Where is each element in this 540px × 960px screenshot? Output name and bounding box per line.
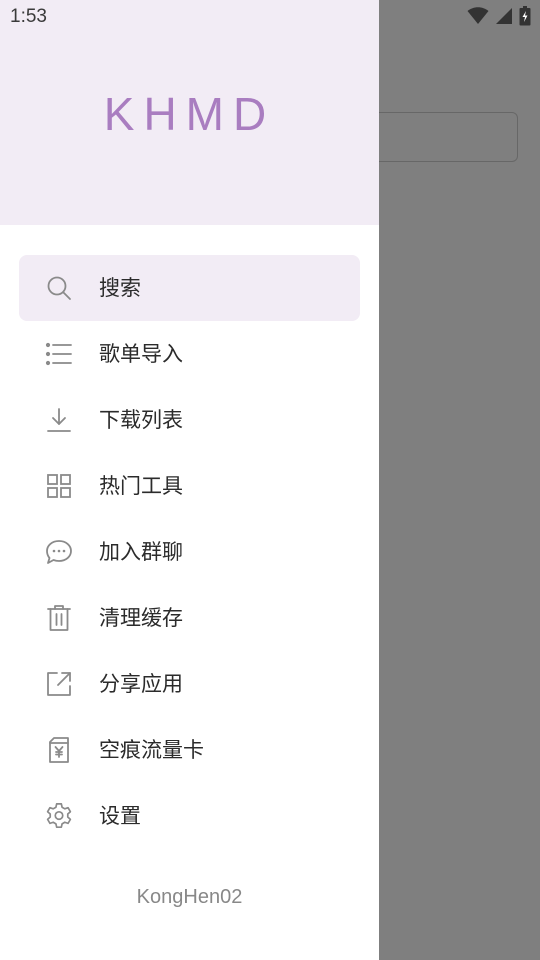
menu-item-label: 设置 <box>99 804 141 828</box>
status-bar: 1:53 <box>0 0 540 36</box>
brand-title: KHMD <box>103 88 276 140</box>
download-icon <box>45 406 73 434</box>
drawer-menu: 搜索 歌单导入 下载列表 热门工具 加入群聊 清理缓存 分享应用 空痕流量卡 设… <box>0 255 379 849</box>
navigation-drawer: KHMD 搜索 歌单导入 下载列表 热门工具 加入群聊 清理缓存 分享应用 空痕… <box>0 0 379 960</box>
menu-item-label: 清理缓存 <box>99 606 183 630</box>
menu-item-settings[interactable]: 设置 <box>19 783 360 849</box>
status-icons <box>467 6 531 26</box>
menu-item-share-app[interactable]: 分享应用 <box>19 651 360 717</box>
menu-item-label: 分享应用 <box>99 672 183 696</box>
list-icon <box>45 340 73 368</box>
wifi-icon <box>467 7 489 25</box>
menu-item-label: 加入群聊 <box>99 540 183 564</box>
menu-item-label: 热门工具 <box>99 474 183 498</box>
menu-item-search[interactable]: 搜索 <box>19 255 360 321</box>
status-time: 1:53 <box>10 6 47 27</box>
trash-icon <box>45 604 73 632</box>
drawer-footer-author: KongHen02 <box>136 886 243 908</box>
menu-item-join-group[interactable]: 加入群聊 <box>19 519 360 585</box>
grid-icon <box>45 472 73 500</box>
menu-item-label: 空痕流量卡 <box>99 738 204 762</box>
gear-icon <box>45 802 73 830</box>
menu-item-label: 歌单导入 <box>99 342 183 366</box>
menu-item-playlist-import[interactable]: 歌单导入 <box>19 321 360 387</box>
share-icon <box>45 670 73 698</box>
battery-charging-icon <box>519 6 531 26</box>
cellular-signal-icon <box>495 7 513 25</box>
menu-item-label: 下载列表 <box>99 408 183 432</box>
menu-item-data-card[interactable]: 空痕流量卡 <box>19 717 360 783</box>
menu-item-label: 搜索 <box>99 276 141 300</box>
menu-item-hot-tools[interactable]: 热门工具 <box>19 453 360 519</box>
search-icon <box>45 274 73 302</box>
menu-item-clear-cache[interactable]: 清理缓存 <box>19 585 360 651</box>
menu-item-download-list[interactable]: 下载列表 <box>19 387 360 453</box>
sim-card-icon <box>45 736 73 764</box>
chat-icon <box>45 538 73 566</box>
